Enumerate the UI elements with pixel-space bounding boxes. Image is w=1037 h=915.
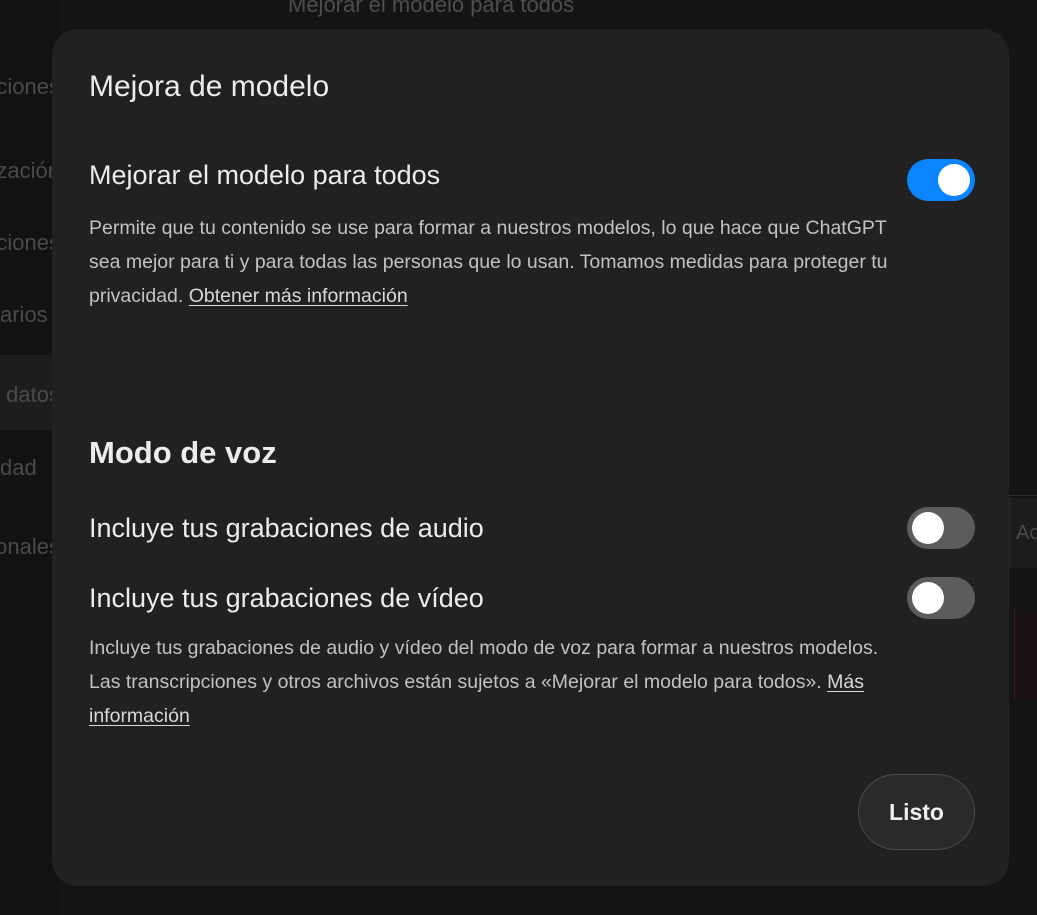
done-button[interactable]: Listo [858,774,975,850]
background-danger-fragment [1014,610,1037,700]
model-improvement-dialog: Mejora de modelo Mejorar el modelo para … [52,29,1009,886]
voice-mode-description: Incluye tus grabaciones de audio y vídeo… [89,637,879,727]
background-heading: Mejorar el modelo para todos [288,0,575,17]
toggle-knob [912,582,944,614]
video-recordings-toggle[interactable] [907,577,975,619]
improve-model-toggle[interactable] [907,159,975,201]
voice-mode-heading: Modo de voz [89,435,277,470]
sidebar-item-fragment: Apps personales [0,534,60,559]
sidebar-item-fragment: aciones [0,230,60,255]
sidebar-item-fragment: ciones [0,74,60,99]
dialog-title: Mejora de modelo [89,70,330,103]
improve-model-description: Permite que tu contenido se use para for… [89,217,888,307]
toggle-knob [938,164,970,196]
sidebar-item-fragment: dad [0,455,37,480]
background-button-fragment: Ac [1009,498,1037,568]
audio-recordings-toggle[interactable] [907,507,975,549]
sidebar-item-fragment: lización [0,158,60,183]
sidebar-item-fragment: Controles de datos [0,382,60,407]
learn-more-link[interactable]: Obtener más información [189,285,408,307]
audio-recordings-label: Incluye tus grabaciones de audio [89,513,484,543]
improve-model-label: Mejorar el modelo para todos [89,160,441,190]
toggle-knob [912,512,944,544]
video-recordings-label: Incluye tus grabaciones de vídeo [89,583,484,613]
background-divider [1009,495,1037,496]
sidebar-item-fragment: arios [0,302,48,327]
